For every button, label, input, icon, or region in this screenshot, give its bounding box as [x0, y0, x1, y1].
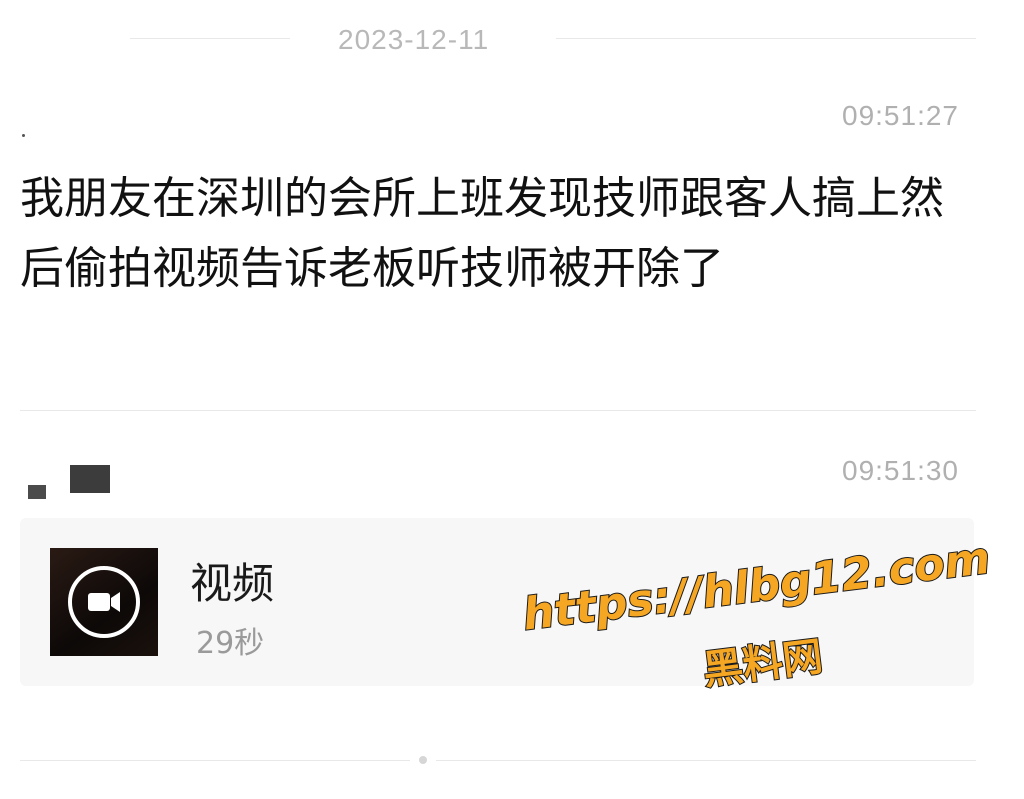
watermark-name: 黑料网 — [699, 633, 826, 695]
video-camera-icon — [68, 566, 140, 638]
bottom-divider-right — [436, 760, 976, 761]
message-text[interactable]: 我朋友在深圳的会所上班发现技师跟客人搞上然后偷拍视频告诉老板听技师被开除了 — [20, 164, 950, 304]
message-timestamp: 09:51:27 — [842, 100, 959, 131]
avatar-block-large — [70, 465, 110, 493]
message-timestamp: 09:51:30 — [842, 455, 959, 486]
video-thumbnail[interactable] — [50, 548, 158, 656]
avatar-block-small — [28, 485, 46, 499]
date-divider-left — [130, 38, 290, 39]
video-title: 视频 — [190, 559, 275, 608]
message-divider — [20, 410, 976, 411]
date-separator: 2023-12-11 — [338, 24, 490, 55]
bottom-divider-left — [20, 760, 410, 761]
date-divider-right — [556, 38, 976, 39]
scroll-indicator — [419, 756, 427, 764]
sender-avatar-fragment — [22, 134, 25, 137]
video-duration: 29秒 — [196, 626, 265, 661]
